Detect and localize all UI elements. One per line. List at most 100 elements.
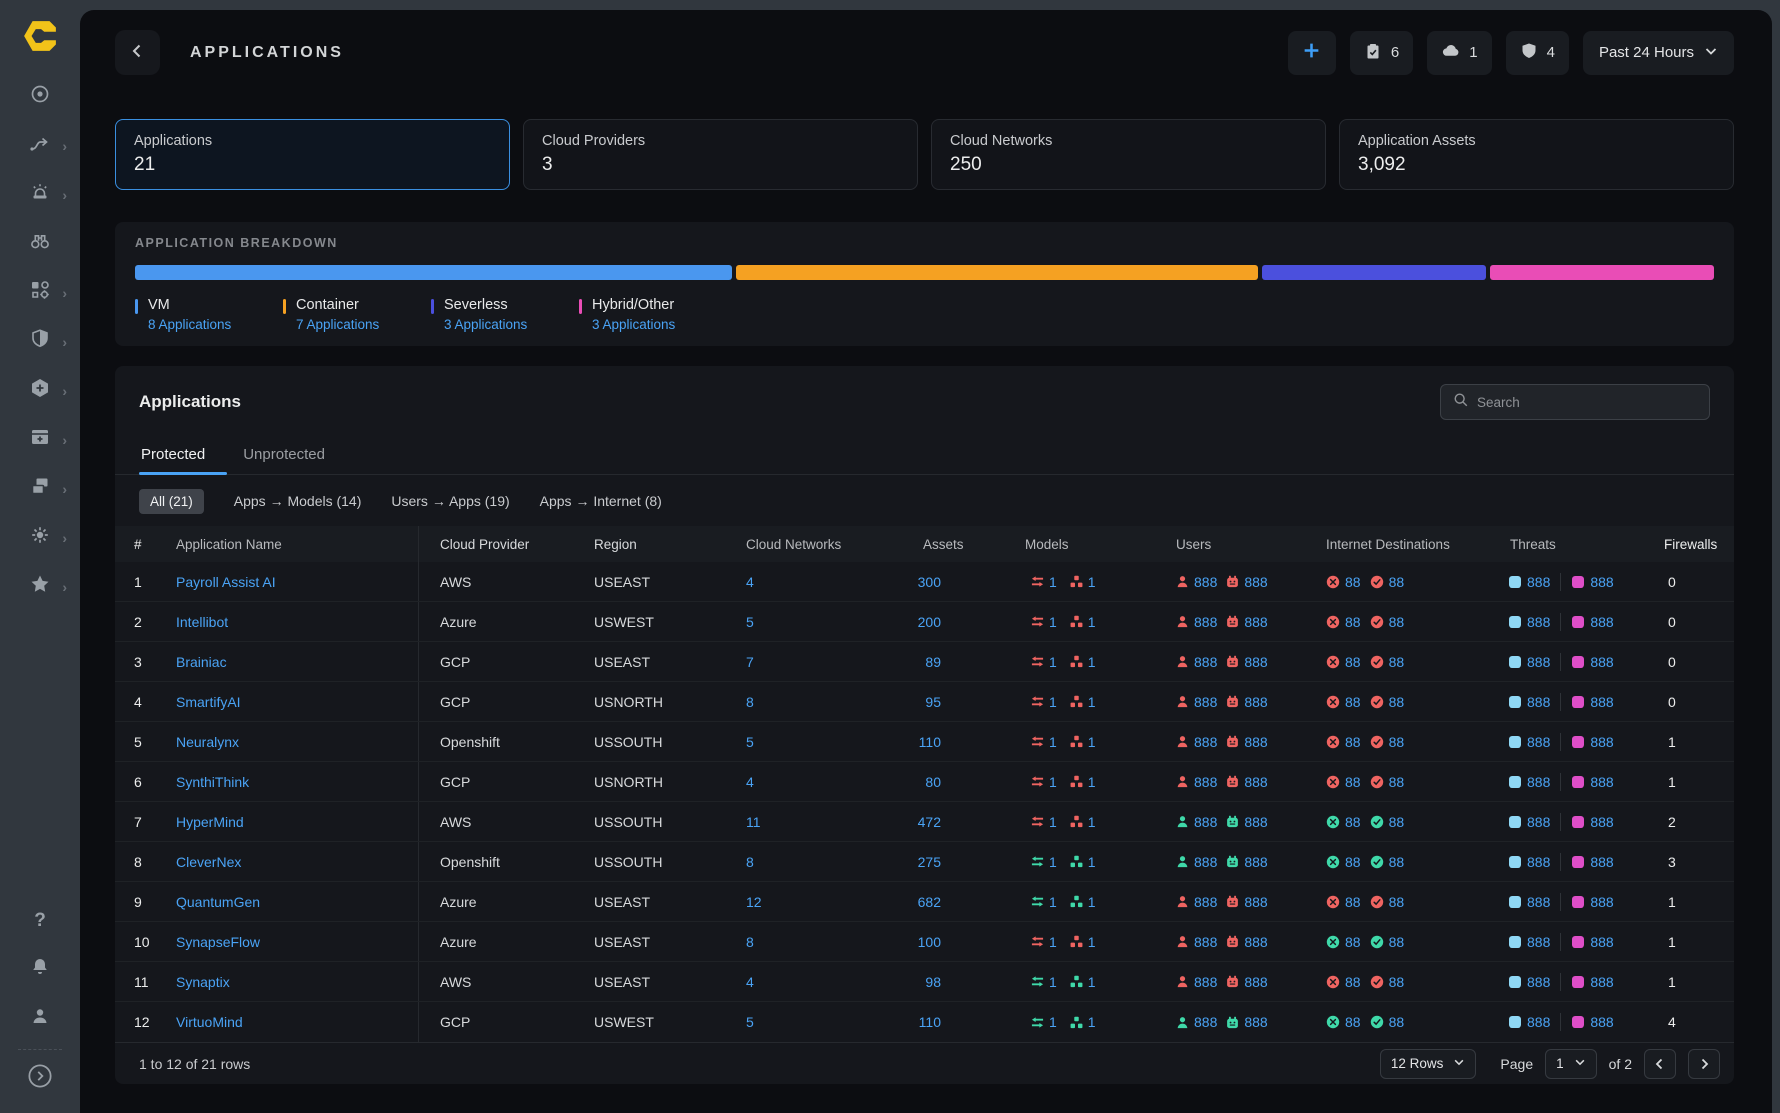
threats-secondary-count[interactable]: 888: [1590, 614, 1613, 630]
users-agents-pair[interactable]: 888: [1226, 974, 1267, 990]
users-agents-count[interactable]: 888: [1244, 894, 1267, 910]
models-cluster-count[interactable]: 1: [1088, 654, 1096, 670]
internet-blocked-pair[interactable]: 88: [1326, 574, 1361, 590]
models-flows-count[interactable]: 1: [1049, 1014, 1057, 1030]
models-cluster-count[interactable]: 1: [1088, 854, 1096, 870]
threats-secondary-count[interactable]: 888: [1590, 654, 1613, 670]
threats-primary-count[interactable]: 888: [1527, 574, 1550, 590]
table-row[interactable]: 7 HyperMind AWS USSOUTH 11 472 1 1 888 8…: [115, 802, 1734, 842]
models-cluster-count[interactable]: 1: [1088, 1014, 1096, 1030]
models-flows-pair[interactable]: 1: [1031, 934, 1057, 950]
models-cluster-count[interactable]: 1: [1088, 774, 1096, 790]
users-people-count[interactable]: 888: [1194, 614, 1217, 630]
cloud-badge-button[interactable]: 1: [1427, 31, 1491, 75]
users-agents-pair[interactable]: 888: [1226, 814, 1267, 830]
assets-link[interactable]: 80: [925, 774, 941, 790]
table-row[interactable]: 5 Neuralynx Openshift USSOUTH 5 110 1 1 …: [115, 722, 1734, 762]
threats-secondary-count[interactable]: 888: [1590, 814, 1613, 830]
users-agents-count[interactable]: 888: [1244, 734, 1267, 750]
threats-primary-count[interactable]: 888: [1527, 694, 1550, 710]
users-agents-pair[interactable]: 888: [1226, 694, 1267, 710]
users-people-count[interactable]: 888: [1194, 934, 1217, 950]
models-cluster-pair[interactable]: 1: [1070, 934, 1096, 950]
users-agents-pair[interactable]: 888: [1226, 774, 1267, 790]
stat-card-application-assets[interactable]: Application Assets 3,092: [1339, 119, 1734, 190]
brand-logo[interactable]: [0, 0, 80, 72]
users-agents-pair[interactable]: 888: [1226, 854, 1267, 870]
threats-secondary-pair[interactable]: 888: [1571, 734, 1613, 750]
models-flows-count[interactable]: 1: [1049, 894, 1057, 910]
models-cluster-pair[interactable]: 1: [1070, 1014, 1096, 1030]
internet-blocked-pair[interactable]: 88: [1326, 694, 1361, 710]
cloud-networks-link[interactable]: 4: [746, 974, 754, 990]
users-agents-count[interactable]: 888: [1244, 974, 1267, 990]
cloud-networks-link[interactable]: 8: [746, 934, 754, 950]
internet-allowed-pair[interactable]: 88: [1370, 814, 1405, 830]
table-row[interactable]: 3 Brainiac GCP USEAST 7 89 1 1 888 888: [115, 642, 1734, 682]
sidebar-item-shield[interactable]: ›: [0, 317, 80, 366]
users-agents-pair[interactable]: 888: [1226, 1014, 1267, 1030]
sidebar-item-alerts[interactable]: ›: [0, 170, 80, 219]
internet-blocked-pair[interactable]: 88: [1326, 1014, 1361, 1030]
breakdown-segment-hybrid-other[interactable]: [1490, 265, 1714, 280]
threats-secondary-pair[interactable]: 888: [1571, 894, 1613, 910]
users-people-pair[interactable]: 888: [1176, 774, 1217, 790]
table-row[interactable]: 9 QuantumGen Azure USEAST 12 682 1 1 888…: [115, 882, 1734, 922]
models-cluster-pair[interactable]: 1: [1070, 694, 1096, 710]
next-page-button[interactable]: [1688, 1049, 1720, 1079]
threats-secondary-pair[interactable]: 888: [1571, 1014, 1613, 1030]
models-cluster-pair[interactable]: 1: [1070, 854, 1096, 870]
assets-link[interactable]: 89: [925, 654, 941, 670]
internet-blocked-count[interactable]: 88: [1345, 894, 1361, 910]
models-flows-count[interactable]: 1: [1049, 614, 1057, 630]
users-people-pair[interactable]: 888: [1176, 734, 1217, 750]
tasks-badge-button[interactable]: 6: [1350, 31, 1413, 75]
cloud-networks-link[interactable]: 5: [746, 614, 754, 630]
sidebar-item-route[interactable]: ›: [0, 121, 80, 170]
time-range-dropdown[interactable]: Past 24 Hours: [1583, 31, 1734, 75]
threats-secondary-pair[interactable]: 888: [1571, 574, 1613, 590]
assets-link[interactable]: 100: [918, 934, 941, 950]
users-people-pair[interactable]: 888: [1176, 894, 1217, 910]
internet-blocked-pair[interactable]: 88: [1326, 934, 1361, 950]
models-cluster-count[interactable]: 1: [1088, 614, 1096, 630]
users-agents-pair[interactable]: 888: [1226, 614, 1267, 630]
internet-blocked-pair[interactable]: 88: [1326, 894, 1361, 910]
breakdown-segment-severless[interactable]: [1262, 265, 1486, 280]
filter-users-apps-19-[interactable]: Users → Apps (19): [391, 488, 509, 514]
sidebar-item-notifications[interactable]: [0, 945, 80, 994]
threats-primary-count[interactable]: 888: [1527, 814, 1550, 830]
cloud-networks-link[interactable]: 7: [746, 654, 754, 670]
assets-link[interactable]: 200: [918, 614, 941, 630]
app-name-link[interactable]: SynthiThink: [176, 774, 249, 790]
users-people-pair[interactable]: 888: [1176, 574, 1217, 590]
internet-allowed-pair[interactable]: 88: [1370, 734, 1405, 750]
models-flows-pair[interactable]: 1: [1031, 614, 1057, 630]
table-row[interactable]: 4 SmartifyAI GCP USNORTH 8 95 1 1 888 88…: [115, 682, 1734, 722]
models-flows-pair[interactable]: 1: [1031, 854, 1057, 870]
internet-blocked-pair[interactable]: 88: [1326, 854, 1361, 870]
threats-primary-pair[interactable]: 888: [1508, 614, 1550, 630]
sidebar-item-settings[interactable]: ›: [0, 513, 80, 562]
users-agents-pair[interactable]: 888: [1226, 934, 1267, 950]
internet-allowed-pair[interactable]: 88: [1370, 614, 1405, 630]
sidebar-item-account[interactable]: [0, 994, 80, 1043]
users-agents-count[interactable]: 888: [1244, 614, 1267, 630]
app-name-link[interactable]: Intellibot: [176, 614, 228, 630]
threats-secondary-pair[interactable]: 888: [1571, 654, 1613, 670]
models-flows-count[interactable]: 1: [1049, 654, 1057, 670]
internet-blocked-pair[interactable]: 88: [1326, 974, 1361, 990]
users-people-pair[interactable]: 888: [1176, 814, 1217, 830]
rows-per-page-select[interactable]: 12 Rows: [1380, 1049, 1477, 1079]
table-row[interactable]: 6 SynthiThink GCP USNORTH 4 80 1 1 888 8…: [115, 762, 1734, 802]
users-people-count[interactable]: 888: [1194, 854, 1217, 870]
threats-primary-pair[interactable]: 888: [1508, 934, 1550, 950]
internet-allowed-pair[interactable]: 88: [1370, 694, 1405, 710]
legend-count-link[interactable]: 8 Applications: [148, 317, 231, 332]
table-row[interactable]: 1 Payroll Assist AI AWS USEAST 4 300 1 1…: [115, 562, 1734, 602]
threats-primary-count[interactable]: 888: [1527, 1014, 1550, 1030]
threats-secondary-pair[interactable]: 888: [1571, 694, 1613, 710]
internet-blocked-count[interactable]: 88: [1345, 854, 1361, 870]
app-name-link[interactable]: Neuralynx: [176, 734, 239, 750]
threats-primary-pair[interactable]: 888: [1508, 854, 1550, 870]
